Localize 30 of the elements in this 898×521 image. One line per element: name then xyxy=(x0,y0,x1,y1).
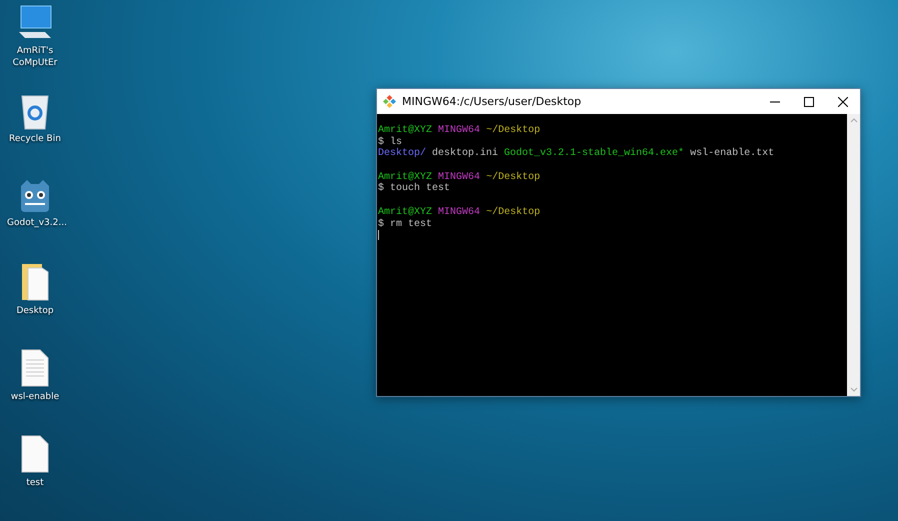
terminal-text: $ rm test xyxy=(378,218,432,230)
folder-icon xyxy=(19,262,51,302)
desktop-icon-label[interactable]: Desktop xyxy=(16,305,54,317)
terminal-text: $ ls xyxy=(378,136,402,148)
terminal-text: Amrit@XYZ xyxy=(378,125,432,136)
diamond-logo-icon xyxy=(383,95,396,108)
blank-file-icon xyxy=(19,434,51,474)
terminal-text: desktop.ini xyxy=(431,148,500,160)
desktop-icon-label[interactable]: Recycle Bin xyxy=(9,133,61,145)
terminal-text: Amrit@XYZ xyxy=(378,206,432,218)
window-title: MINGW64:/c/Users/user/Desktop xyxy=(402,95,582,108)
desktop-icon-label[interactable]: test xyxy=(26,477,44,489)
terminal-text: Amrit@XYZ xyxy=(378,172,432,183)
terminal-text: ~/Desktop xyxy=(486,172,540,183)
desktop-icon-label[interactable]: AmRiT's CoMpUtEr xyxy=(7,45,63,69)
terminal-text: ~/Desktop xyxy=(486,125,540,136)
terminal-text: ~/Desktop xyxy=(486,206,540,218)
terminal-text: MINGW64 xyxy=(438,206,480,218)
terminal-text: MINGW64 xyxy=(438,125,480,136)
terminal-text: Godot_v3.2.1-stable_win64.exe* xyxy=(504,148,684,160)
text-cursor xyxy=(378,230,379,240)
terminal-text: Desktop/ xyxy=(378,148,426,160)
terminal-text: wsl-enable.txt xyxy=(689,148,774,160)
terminal-text: $ touch test xyxy=(378,183,450,194)
scrollbar[interactable] xyxy=(847,114,860,396)
text-file-icon xyxy=(19,348,51,388)
terminal-text: MINGW64 xyxy=(438,172,480,183)
desktop-icon-label[interactable]: wsl-enable xyxy=(10,391,60,403)
maximize-icon xyxy=(804,96,814,106)
close-icon xyxy=(838,96,848,106)
